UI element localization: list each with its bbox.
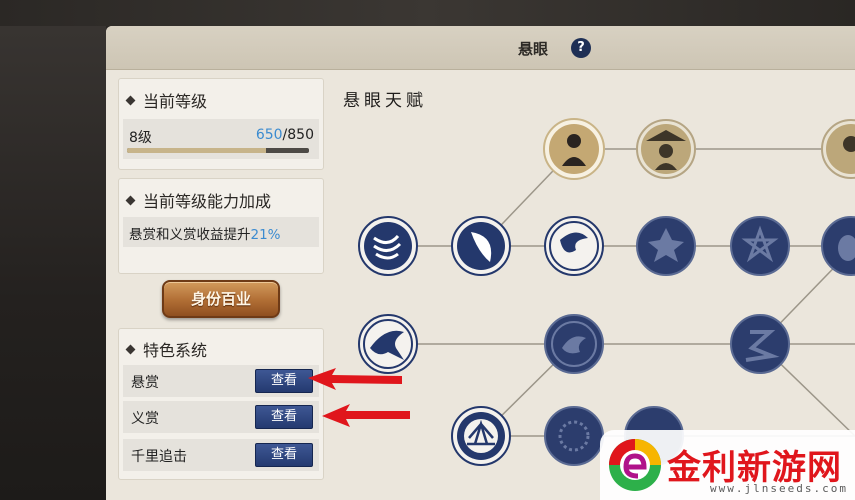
node-face <box>549 124 599 174</box>
red-arrow-icon <box>322 404 410 427</box>
site-logo-icon <box>609 439 661 491</box>
talent-panel: 悬眼 ? 当前等级 8级 650/850 当前等级能力加成 悬赏和义赏收益提升2… <box>106 26 855 500</box>
talent-node[interactable] <box>544 314 604 374</box>
talent-node[interactable] <box>636 119 696 179</box>
face-shape <box>659 144 673 158</box>
red-arrow-icon <box>308 368 402 390</box>
talent-node[interactable] <box>358 216 418 276</box>
node-ring <box>544 406 604 466</box>
talent-node[interactable] <box>636 216 696 276</box>
talent-node[interactable] <box>730 314 790 374</box>
talent-node[interactable] <box>821 216 855 276</box>
background-top <box>0 0 855 26</box>
node-ring <box>730 314 790 374</box>
background-left <box>0 0 106 500</box>
tree-links <box>388 148 855 437</box>
node-face <box>364 222 412 270</box>
talent-tree <box>358 118 855 466</box>
talent-node[interactable] <box>543 118 605 180</box>
talent-node[interactable] <box>544 216 604 276</box>
talent-node[interactable] <box>451 216 511 276</box>
annotation-arrows <box>308 368 410 427</box>
watermark-url: www.jlnseeds.com <box>710 482 848 495</box>
talent-node[interactable] <box>544 406 604 466</box>
talent-node[interactable] <box>821 119 855 179</box>
site-watermark: 金利新游网 www.jlnseeds.com <box>600 430 855 500</box>
talent-node[interactable] <box>451 406 511 466</box>
talent-node[interactable] <box>730 216 790 276</box>
swordsman-portrait-icon <box>567 134 581 148</box>
